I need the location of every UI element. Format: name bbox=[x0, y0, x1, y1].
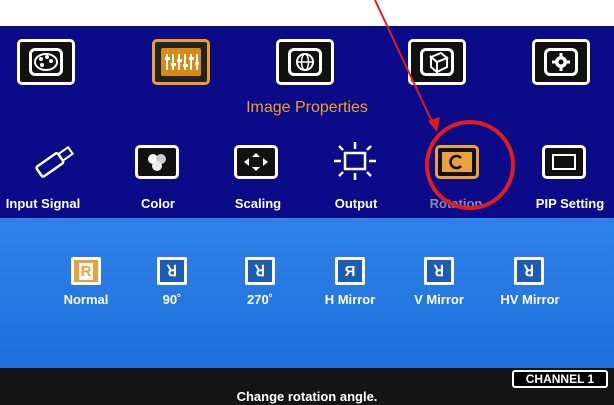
output-icon[interactable] bbox=[325, 137, 385, 187]
pip-icon[interactable] bbox=[534, 137, 594, 187]
pip-glyph bbox=[542, 145, 586, 179]
rotation-option-90[interactable]: ꓤ bbox=[157, 257, 187, 285]
section-title: Image Properties bbox=[246, 99, 368, 116]
option-glyph: R bbox=[78, 262, 94, 280]
option-glyph: ꓤ bbox=[254, 263, 266, 280]
globe-glyph bbox=[288, 48, 322, 76]
option-label-hv-mirror: HV Mirror bbox=[500, 292, 560, 307]
cube-glyph bbox=[420, 48, 454, 76]
option-glyph: ꓤ bbox=[523, 263, 535, 280]
rotation-option-normal[interactable]: R bbox=[71, 257, 101, 285]
function-label-input-signal: Input Signal bbox=[5, 196, 81, 211]
function-label-pip-setting: PIP Setting bbox=[535, 196, 605, 211]
rotation-option-h-mirror[interactable]: Я bbox=[335, 257, 365, 285]
function-label-scaling: Scaling bbox=[234, 196, 282, 211]
rotation-option-270[interactable]: ꓤ bbox=[245, 257, 275, 285]
gear-glyph bbox=[544, 48, 578, 76]
3d-icon[interactable] bbox=[408, 39, 466, 85]
option-glyph: ꓤ bbox=[433, 263, 445, 280]
scaling-glyph bbox=[234, 145, 278, 179]
option-glyph: Я bbox=[344, 262, 356, 280]
option-label-v-mirror: V Mirror bbox=[414, 292, 464, 307]
option-label-normal: Normal bbox=[63, 292, 109, 307]
scaling-icon[interactable] bbox=[226, 137, 286, 187]
option-label-270: 270˚ bbox=[246, 292, 274, 307]
palette-glyph bbox=[29, 48, 63, 76]
option-label-h-mirror: H Mirror bbox=[324, 292, 376, 307]
globe-icon[interactable] bbox=[276, 39, 334, 85]
status-message: Change rotation angle. bbox=[236, 389, 378, 404]
sliders-glyph bbox=[161, 48, 201, 76]
channel-badge: CHANNEL 1 bbox=[512, 370, 608, 388]
option-glyph: ꓤ bbox=[166, 263, 178, 280]
function-label-output: Output bbox=[334, 196, 378, 211]
color-icon[interactable] bbox=[127, 137, 187, 187]
image-properties-icon[interactable] bbox=[152, 39, 210, 85]
function-label-color: Color bbox=[141, 196, 175, 211]
rotation-option-hv-mirror[interactable]: ꓤ bbox=[514, 257, 544, 285]
gear-icon[interactable] bbox=[532, 39, 590, 85]
color-glyph bbox=[135, 145, 179, 179]
osd-screen: Image Properties Input Signal Color Scal… bbox=[0, 0, 614, 405]
palette-icon[interactable] bbox=[17, 39, 75, 85]
top-border bbox=[0, 0, 614, 26]
rotation-option-v-mirror[interactable]: ꓤ bbox=[424, 257, 454, 285]
annotation-circle bbox=[425, 120, 515, 210]
usb-icon[interactable] bbox=[24, 137, 84, 187]
option-label-90: 90˚ bbox=[162, 292, 182, 307]
